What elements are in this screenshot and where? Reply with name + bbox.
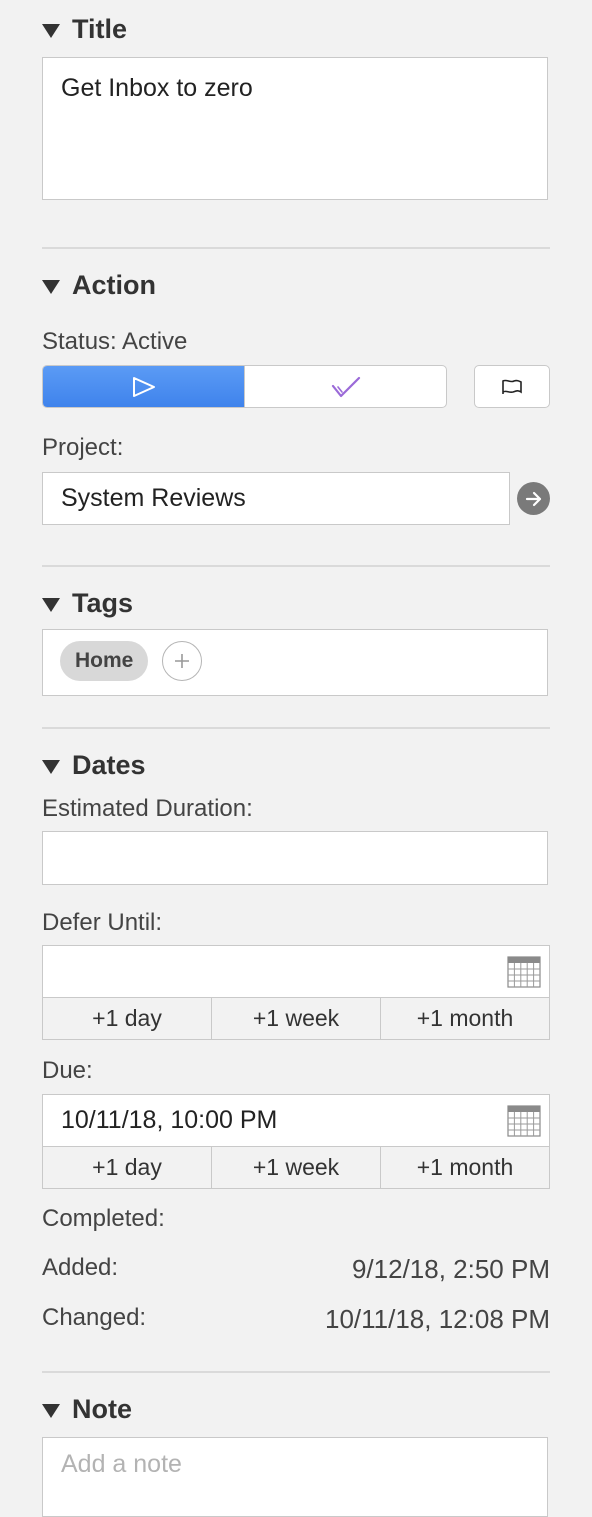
due-quick-buttons: +1 day +1 week +1 month [42, 1147, 550, 1189]
defer-plus-1-day-button[interactable]: +1 day [43, 998, 212, 1039]
divider [42, 565, 550, 567]
divider [42, 1371, 550, 1373]
status-active-segment[interactable] [43, 366, 244, 407]
note-placeholder[interactable]: Add a note [61, 1450, 182, 1478]
project-label: Project: [42, 434, 124, 461]
due-plus-1-day-button[interactable]: +1 day [43, 1147, 212, 1188]
defer-until-label: Defer Until: [42, 909, 163, 936]
tags-section-header[interactable]: Tags [42, 588, 133, 619]
divider [42, 247, 550, 249]
checkmark-icon [331, 376, 360, 397]
tag-chip-label: Home [75, 649, 134, 672]
due-value[interactable]: 10/11/18, 10:00 PM [61, 1106, 277, 1134]
added-row: Added: 9/12/18, 2:50 PM [42, 1254, 550, 1285]
changed-value: 10/11/18, 12:08 PM [324, 1304, 550, 1334]
tags-section-label: Tags [72, 588, 134, 618]
due-label: Due: [42, 1057, 93, 1084]
disclosure-triangle-icon [42, 23, 60, 38]
changed-label: Changed: [42, 1304, 147, 1331]
note-field[interactable]: Add a note [42, 1437, 548, 1517]
defer-plus-1-week-button[interactable]: +1 week [212, 998, 381, 1039]
disclosure-triangle-icon [42, 597, 60, 612]
status-label: Status: Active [42, 328, 188, 355]
note-section-header[interactable]: Note [42, 1394, 132, 1425]
title-section-header[interactable]: Title [42, 14, 127, 45]
calendar-icon[interactable] [507, 956, 541, 988]
project-value[interactable]: System Reviews [61, 484, 246, 512]
flag-button[interactable] [474, 365, 550, 408]
due-field[interactable]: 10/11/18, 10:00 PM [42, 1094, 550, 1147]
dates-section-header[interactable]: Dates [42, 750, 146, 781]
estimated-duration-field[interactable] [42, 831, 548, 885]
defer-plus-1-month-button[interactable]: +1 month [381, 998, 549, 1039]
added-label: Added: [42, 1254, 119, 1281]
play-icon [132, 376, 155, 397]
added-value: 9/12/18, 2:50 PM [351, 1254, 550, 1284]
project-field[interactable]: System Reviews [42, 472, 510, 525]
add-tag-button[interactable] [162, 641, 202, 681]
estimated-duration-label: Estimated Duration: [42, 795, 253, 822]
action-section-header[interactable]: Action [42, 270, 156, 301]
disclosure-triangle-icon [42, 1403, 60, 1418]
completed-label: Completed: [42, 1205, 165, 1232]
plus-icon [175, 654, 189, 668]
arrow-right-icon [525, 491, 541, 506]
defer-until-field[interactable] [42, 945, 550, 998]
defer-quick-buttons: +1 day +1 week +1 month [42, 998, 550, 1040]
changed-row: Changed: 10/11/18, 12:08 PM [42, 1304, 550, 1335]
dates-section-label: Dates [72, 750, 146, 780]
title-field[interactable]: Get Inbox to zero [42, 57, 548, 200]
note-section-label: Note [72, 1394, 132, 1424]
disclosure-triangle-icon [42, 759, 60, 774]
due-plus-1-week-button[interactable]: +1 week [212, 1147, 381, 1188]
status-segmented-control[interactable] [42, 365, 447, 408]
due-plus-1-month-button[interactable]: +1 month [381, 1147, 549, 1188]
flag-icon [502, 379, 522, 394]
action-section-label: Action [72, 270, 156, 300]
divider [42, 727, 550, 729]
disclosure-triangle-icon [42, 279, 60, 294]
tag-chip[interactable]: Home [60, 641, 149, 681]
go-to-project-button[interactable] [517, 482, 550, 515]
calendar-icon[interactable] [507, 1105, 541, 1137]
title-section-label: Title [72, 14, 128, 44]
title-value[interactable]: Get Inbox to zero [61, 74, 253, 102]
tags-field[interactable]: Home [42, 629, 548, 696]
status-completed-segment[interactable] [244, 366, 446, 407]
